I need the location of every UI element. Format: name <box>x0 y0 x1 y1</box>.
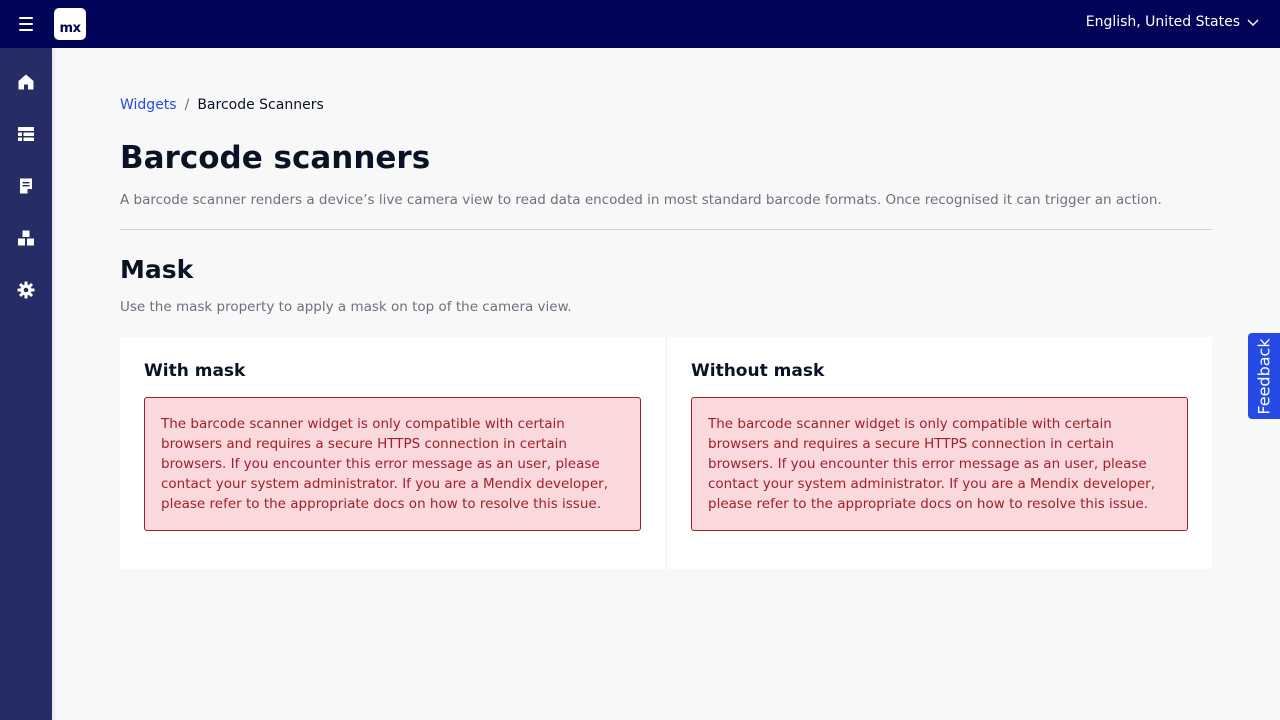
sidebar <box>0 48 52 720</box>
feedback-label: Feedback <box>1254 337 1274 415</box>
home-icon <box>18 74 34 90</box>
example-cards: With mask The barcode scanner widget is … <box>120 337 1212 569</box>
sidebar-item-home[interactable] <box>0 56 52 108</box>
card-title: With mask <box>144 361 246 381</box>
sidebar-item-settings[interactable] <box>0 264 52 316</box>
card-title: Without mask <box>691 361 825 381</box>
section-title: Mask <box>120 255 194 284</box>
breadcrumb: Widgets / Barcode Scanners <box>120 97 324 113</box>
top-bar: mx English, United States <box>0 0 1280 48</box>
sidebar-item-widgets[interactable] <box>0 212 52 264</box>
sidebar-item-tables[interactable] <box>0 108 52 160</box>
breadcrumb-link-widgets[interactable]: Widgets <box>120 97 177 113</box>
feedback-button[interactable]: Feedback <box>1248 333 1280 419</box>
card-without-mask: Without mask The barcode scanner widget … <box>666 337 1212 569</box>
breadcrumb-separator: / <box>184 97 190 113</box>
page-title: Barcode scanners <box>120 140 431 176</box>
page-description: A barcode scanner renders a device’s liv… <box>120 192 1162 208</box>
breadcrumb-current: Barcode Scanners <box>197 97 324 113</box>
sidebar-item-pages[interactable] <box>0 160 52 212</box>
card-with-mask: With mask The barcode scanner widget is … <box>120 337 666 569</box>
gear-icon <box>17 281 35 299</box>
app-logo[interactable]: mx <box>54 8 86 40</box>
error-alert: The barcode scanner widget is only compa… <box>144 397 641 531</box>
blocks-icon <box>18 230 34 246</box>
chevron-down-icon <box>1247 19 1259 26</box>
language-label: English, United States <box>1085 14 1240 30</box>
menu-toggle-icon[interactable] <box>12 10 40 38</box>
table-icon <box>18 127 34 141</box>
divider <box>120 229 1212 230</box>
page-icon <box>20 178 32 194</box>
section-description: Use the mask property to apply a mask on… <box>120 299 572 315</box>
error-alert: The barcode scanner widget is only compa… <box>691 397 1188 531</box>
language-selector[interactable]: English, United States <box>1086 14 1260 30</box>
